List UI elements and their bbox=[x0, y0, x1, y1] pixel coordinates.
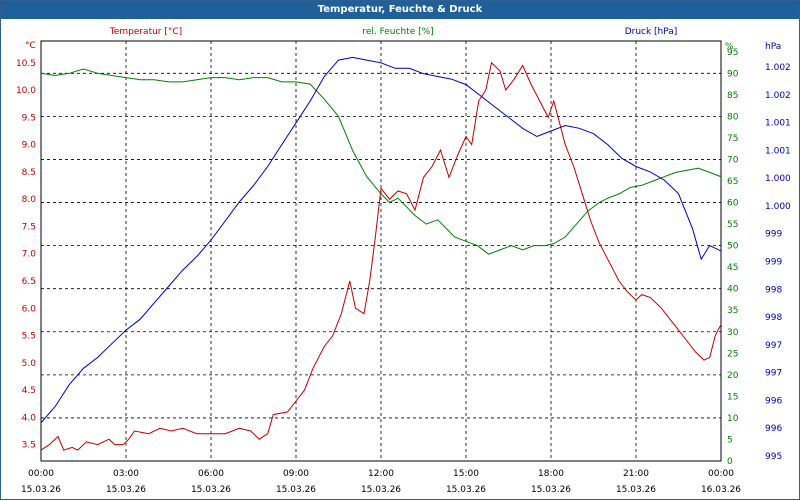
humidity-tick-label: 0 bbox=[727, 457, 733, 467]
pressure-tick-label: 998 bbox=[765, 313, 782, 323]
humidity-tick-label: 85 bbox=[727, 91, 738, 101]
x-tick-time-label: 21:00 bbox=[623, 469, 649, 479]
humidity-tick-label: 70 bbox=[727, 155, 739, 165]
humidity-tick-label: 40 bbox=[727, 285, 739, 295]
x-tick-date-label: 15.03.26 bbox=[361, 485, 401, 495]
x-tick-time-label: 09:00 bbox=[283, 469, 309, 479]
x-tick-time-label: 12:00 bbox=[368, 469, 394, 479]
temperature-tick-label: 6.0 bbox=[22, 304, 37, 314]
pressure-unit-label: hPa bbox=[765, 42, 781, 52]
x-tick-time-label: 18:00 bbox=[538, 469, 564, 479]
pressure-tick-label: 1.000 bbox=[765, 174, 791, 184]
pressure-tick-label: 996 bbox=[765, 424, 782, 434]
line-chart: 10.5 10.0 9.5 9.0 8.5 8.0 7.5 7.0 6.5 6.0 5.5 5.0 4.… bbox=[16, 27, 791, 495]
pressure-tick-label: 1.002 bbox=[765, 91, 791, 101]
x-tick-date-label: 15.03.26 bbox=[446, 485, 486, 495]
temperature-unit-label: °C bbox=[25, 41, 36, 51]
x-tick-date-label: 15.03.26 bbox=[276, 485, 316, 495]
humidity-tick-label: 10 bbox=[727, 414, 739, 424]
temperature-tick-label: 9.5 bbox=[22, 113, 36, 123]
humidity-tick-label: 90 bbox=[727, 69, 739, 79]
temperature-tick-label: 9.0 bbox=[22, 141, 37, 151]
humidity-tick-label: 25 bbox=[727, 349, 738, 359]
x-tick-time-label: 03:00 bbox=[113, 469, 139, 479]
humidity-axis: 95908580757065605550454035302520151050 bbox=[727, 48, 739, 467]
temperature-tick-label: 5.0 bbox=[22, 359, 37, 369]
x-tick-date-label: 15.03.26 bbox=[616, 485, 656, 495]
x-tick-date-label: 15.03.26 bbox=[191, 485, 231, 495]
temperature-tick-label: 10.0 bbox=[16, 86, 36, 96]
x-tick-date-label: 15.03.26 bbox=[21, 485, 61, 495]
x-tick-date-label: 15.03.26 bbox=[106, 485, 146, 495]
pressure-tick-label: 1.001 bbox=[765, 146, 791, 156]
temperature-tick-label: 7.5 bbox=[22, 222, 36, 232]
humidity-tick-label: 55 bbox=[727, 220, 738, 230]
time-axis: 00:00 15.03.26 03:00 15.03.26 06:00 15.03.26 0… bbox=[21, 469, 741, 495]
humidity-tick-label: 5 bbox=[727, 435, 733, 445]
axis-headers: °C% hPa Temperatur [°C] rel. Feuchte [%] Dru… bbox=[25, 27, 781, 52]
pressure-axis: 1.002 1.002 1.001 1.001 1.000 1.000 999 999 998 9… bbox=[765, 63, 791, 462]
humidity-tick-label: 75 bbox=[727, 134, 738, 144]
humidity-series-label: rel. Feuchte [%] bbox=[362, 27, 433, 37]
x-tick-time-label: 00:00 bbox=[708, 469, 734, 479]
temperature-tick-label: 5.5 bbox=[22, 332, 36, 342]
x-tick-time-label: 00:00 bbox=[28, 469, 54, 479]
pressure-tick-label: 997 bbox=[765, 369, 782, 379]
temperature-tick-label: 8.5 bbox=[22, 168, 36, 178]
pressure-tick-label: 998 bbox=[765, 285, 782, 295]
humidity-tick-label: 30 bbox=[727, 328, 739, 338]
pressure-tick-label: 1.002 bbox=[765, 63, 791, 73]
humidity-tick-label: 15 bbox=[727, 392, 738, 402]
humidity-tick-label: 60 bbox=[727, 199, 739, 209]
humidity-tick-label: 45 bbox=[727, 263, 738, 273]
chart-window: Temperatur, Feuchte & Druck 10.5 10.0 9.5 9… bbox=[0, 0, 800, 500]
humidity-unit-label: % bbox=[725, 42, 734, 52]
temperature-tick-label: 3.5 bbox=[22, 441, 36, 451]
x-tick-time-label: 06:00 bbox=[198, 469, 224, 479]
temperature-tick-label: 7.0 bbox=[22, 250, 37, 260]
temperature-tick-label: 10.5 bbox=[16, 59, 36, 69]
humidity-tick-label: 80 bbox=[727, 112, 739, 122]
x-tick-time-label: 15:00 bbox=[453, 469, 479, 479]
pressure-tick-label: 1.001 bbox=[765, 119, 791, 129]
temperature-tick-label: 4.0 bbox=[22, 413, 37, 423]
pressure-tick-label: 995 bbox=[765, 452, 782, 462]
humidity-tick-label: 50 bbox=[727, 242, 739, 252]
temperature-axis: 10.5 10.0 9.5 9.0 8.5 8.0 7.5 7.0 6.5 6.0 5.5 5.0 4.… bbox=[16, 59, 36, 451]
pressure-series-label: Druck [hPa] bbox=[625, 27, 678, 37]
humidity-tick-label: 20 bbox=[727, 371, 739, 381]
pressure-tick-label: 999 bbox=[765, 258, 782, 268]
humidity-tick-label: 35 bbox=[727, 306, 738, 316]
pressure-tick-label: 997 bbox=[765, 341, 782, 351]
temperature-tick-label: 4.5 bbox=[22, 386, 36, 396]
humidity-tick-label: 65 bbox=[727, 177, 738, 187]
grid bbox=[41, 41, 721, 461]
pressure-tick-label: 999 bbox=[765, 230, 782, 240]
pressure-tick-label: 1.000 bbox=[765, 202, 791, 212]
temperature-series-label: Temperatur [°C] bbox=[109, 27, 182, 37]
x-tick-date-label: 16.03.26 bbox=[701, 485, 741, 495]
x-tick-date-label: 15.03.26 bbox=[531, 485, 571, 495]
temperature-tick-label: 6.5 bbox=[22, 277, 36, 287]
temperature-tick-label: 8.0 bbox=[22, 195, 37, 205]
pressure-tick-label: 996 bbox=[765, 396, 782, 406]
